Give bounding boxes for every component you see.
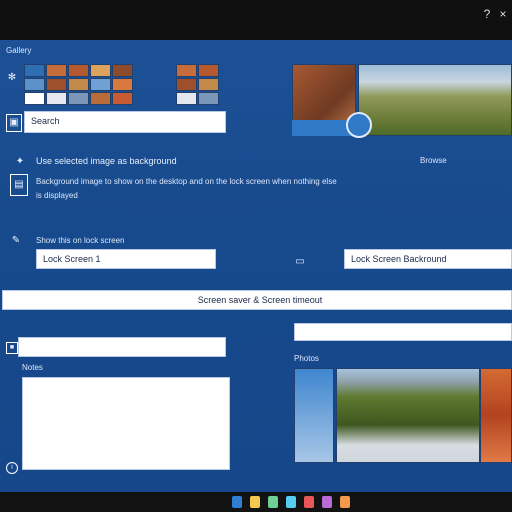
screen-saver-field[interactable]: Screen saver & Screen timeout: [2, 290, 512, 310]
gallery-thumbnail[interactable]: [198, 78, 219, 91]
gallery-thumbnail[interactable]: [68, 92, 89, 105]
help-icon[interactable]: ?: [480, 7, 494, 21]
gallery-thumbnail[interactable]: [176, 64, 197, 77]
taskbar-app-icon[interactable]: [268, 496, 278, 508]
option-description-line-2: is displayed: [36, 191, 78, 200]
taskbar-app-icon[interactable]: [304, 496, 314, 508]
gallery-thumbnail[interactable]: [46, 92, 67, 105]
gallery-thumbnail[interactable]: [176, 92, 197, 105]
title-bar: ? ×: [0, 0, 512, 40]
lock-screen-field[interactable]: Lock Screen 1: [36, 249, 216, 269]
pen-icon: ✎: [11, 235, 21, 246]
gallery-thumbnail[interactable]: [90, 92, 111, 105]
gallery-section-label: Gallery: [6, 46, 32, 55]
gallery-thumbnail[interactable]: [24, 64, 45, 77]
gallery-thumbnail[interactable]: [112, 64, 133, 77]
gallery-thumbnail[interactable]: [198, 92, 219, 105]
sparkle-icon: ✦: [15, 156, 25, 167]
taskbar-app-icon[interactable]: [340, 496, 350, 508]
notes-textarea[interactable]: [22, 377, 230, 470]
gallery-thumbnail[interactable]: [68, 64, 89, 77]
gear-icon[interactable]: ✻: [6, 72, 18, 84]
notes-field[interactable]: [18, 337, 226, 357]
gallery-thumbnail[interactable]: [24, 78, 45, 91]
notes-label: Notes: [22, 363, 43, 372]
preview-right-image[interactable]: [358, 64, 512, 136]
close-icon[interactable]: ×: [496, 7, 510, 21]
photo-thumb-forest[interactable]: [336, 368, 480, 463]
photo-thumb-autumn[interactable]: [480, 368, 512, 463]
lock-screen-background-field[interactable]: Lock Screen Backround: [344, 249, 512, 269]
taskbar-app-icon[interactable]: [232, 496, 242, 508]
gallery-thumbnail[interactable]: [24, 92, 45, 105]
image-icon: ▣: [6, 114, 22, 132]
preview-toggle-button[interactable]: [346, 112, 372, 138]
gallery-thumbnail[interactable]: [68, 78, 89, 91]
taskbar-app-icon[interactable]: [250, 496, 260, 508]
settings-window: Gallery ✻ ▣ Search ✦ Use selected image …: [0, 40, 512, 492]
gallery-thumbnail[interactable]: [90, 78, 111, 91]
book-icon[interactable]: ▭: [290, 256, 310, 268]
gallery-thumbnail[interactable]: [112, 92, 133, 105]
info-icon[interactable]: i: [6, 462, 18, 474]
photo-thumb-sky[interactable]: [294, 368, 334, 463]
checkbox-icon[interactable]: ■: [6, 342, 18, 354]
gallery-thumbnail[interactable]: [198, 64, 219, 77]
browse-label[interactable]: Browse: [420, 156, 447, 165]
taskbar: [0, 492, 512, 512]
gallery-search-field[interactable]: Search: [24, 111, 226, 133]
gallery-thumbnail[interactable]: [176, 78, 197, 91]
secondary-field[interactable]: [294, 323, 512, 341]
taskbar-app-icon[interactable]: [322, 496, 332, 508]
gallery-thumbnail[interactable]: [46, 64, 67, 77]
lock-screen-label: Show this on lock screen: [36, 236, 125, 245]
gallery-thumbnail[interactable]: [46, 78, 67, 91]
gallery-thumbnail[interactable]: [112, 78, 133, 91]
gallery-thumbnail[interactable]: [90, 64, 111, 77]
document-icon: ▤: [10, 174, 28, 196]
photos-label: Photos: [294, 354, 319, 363]
taskbar-app-icon[interactable]: [286, 496, 296, 508]
option-description-line-1: Background image to show on the desktop …: [36, 177, 337, 186]
background-option-label: Use selected image as background: [36, 156, 177, 166]
